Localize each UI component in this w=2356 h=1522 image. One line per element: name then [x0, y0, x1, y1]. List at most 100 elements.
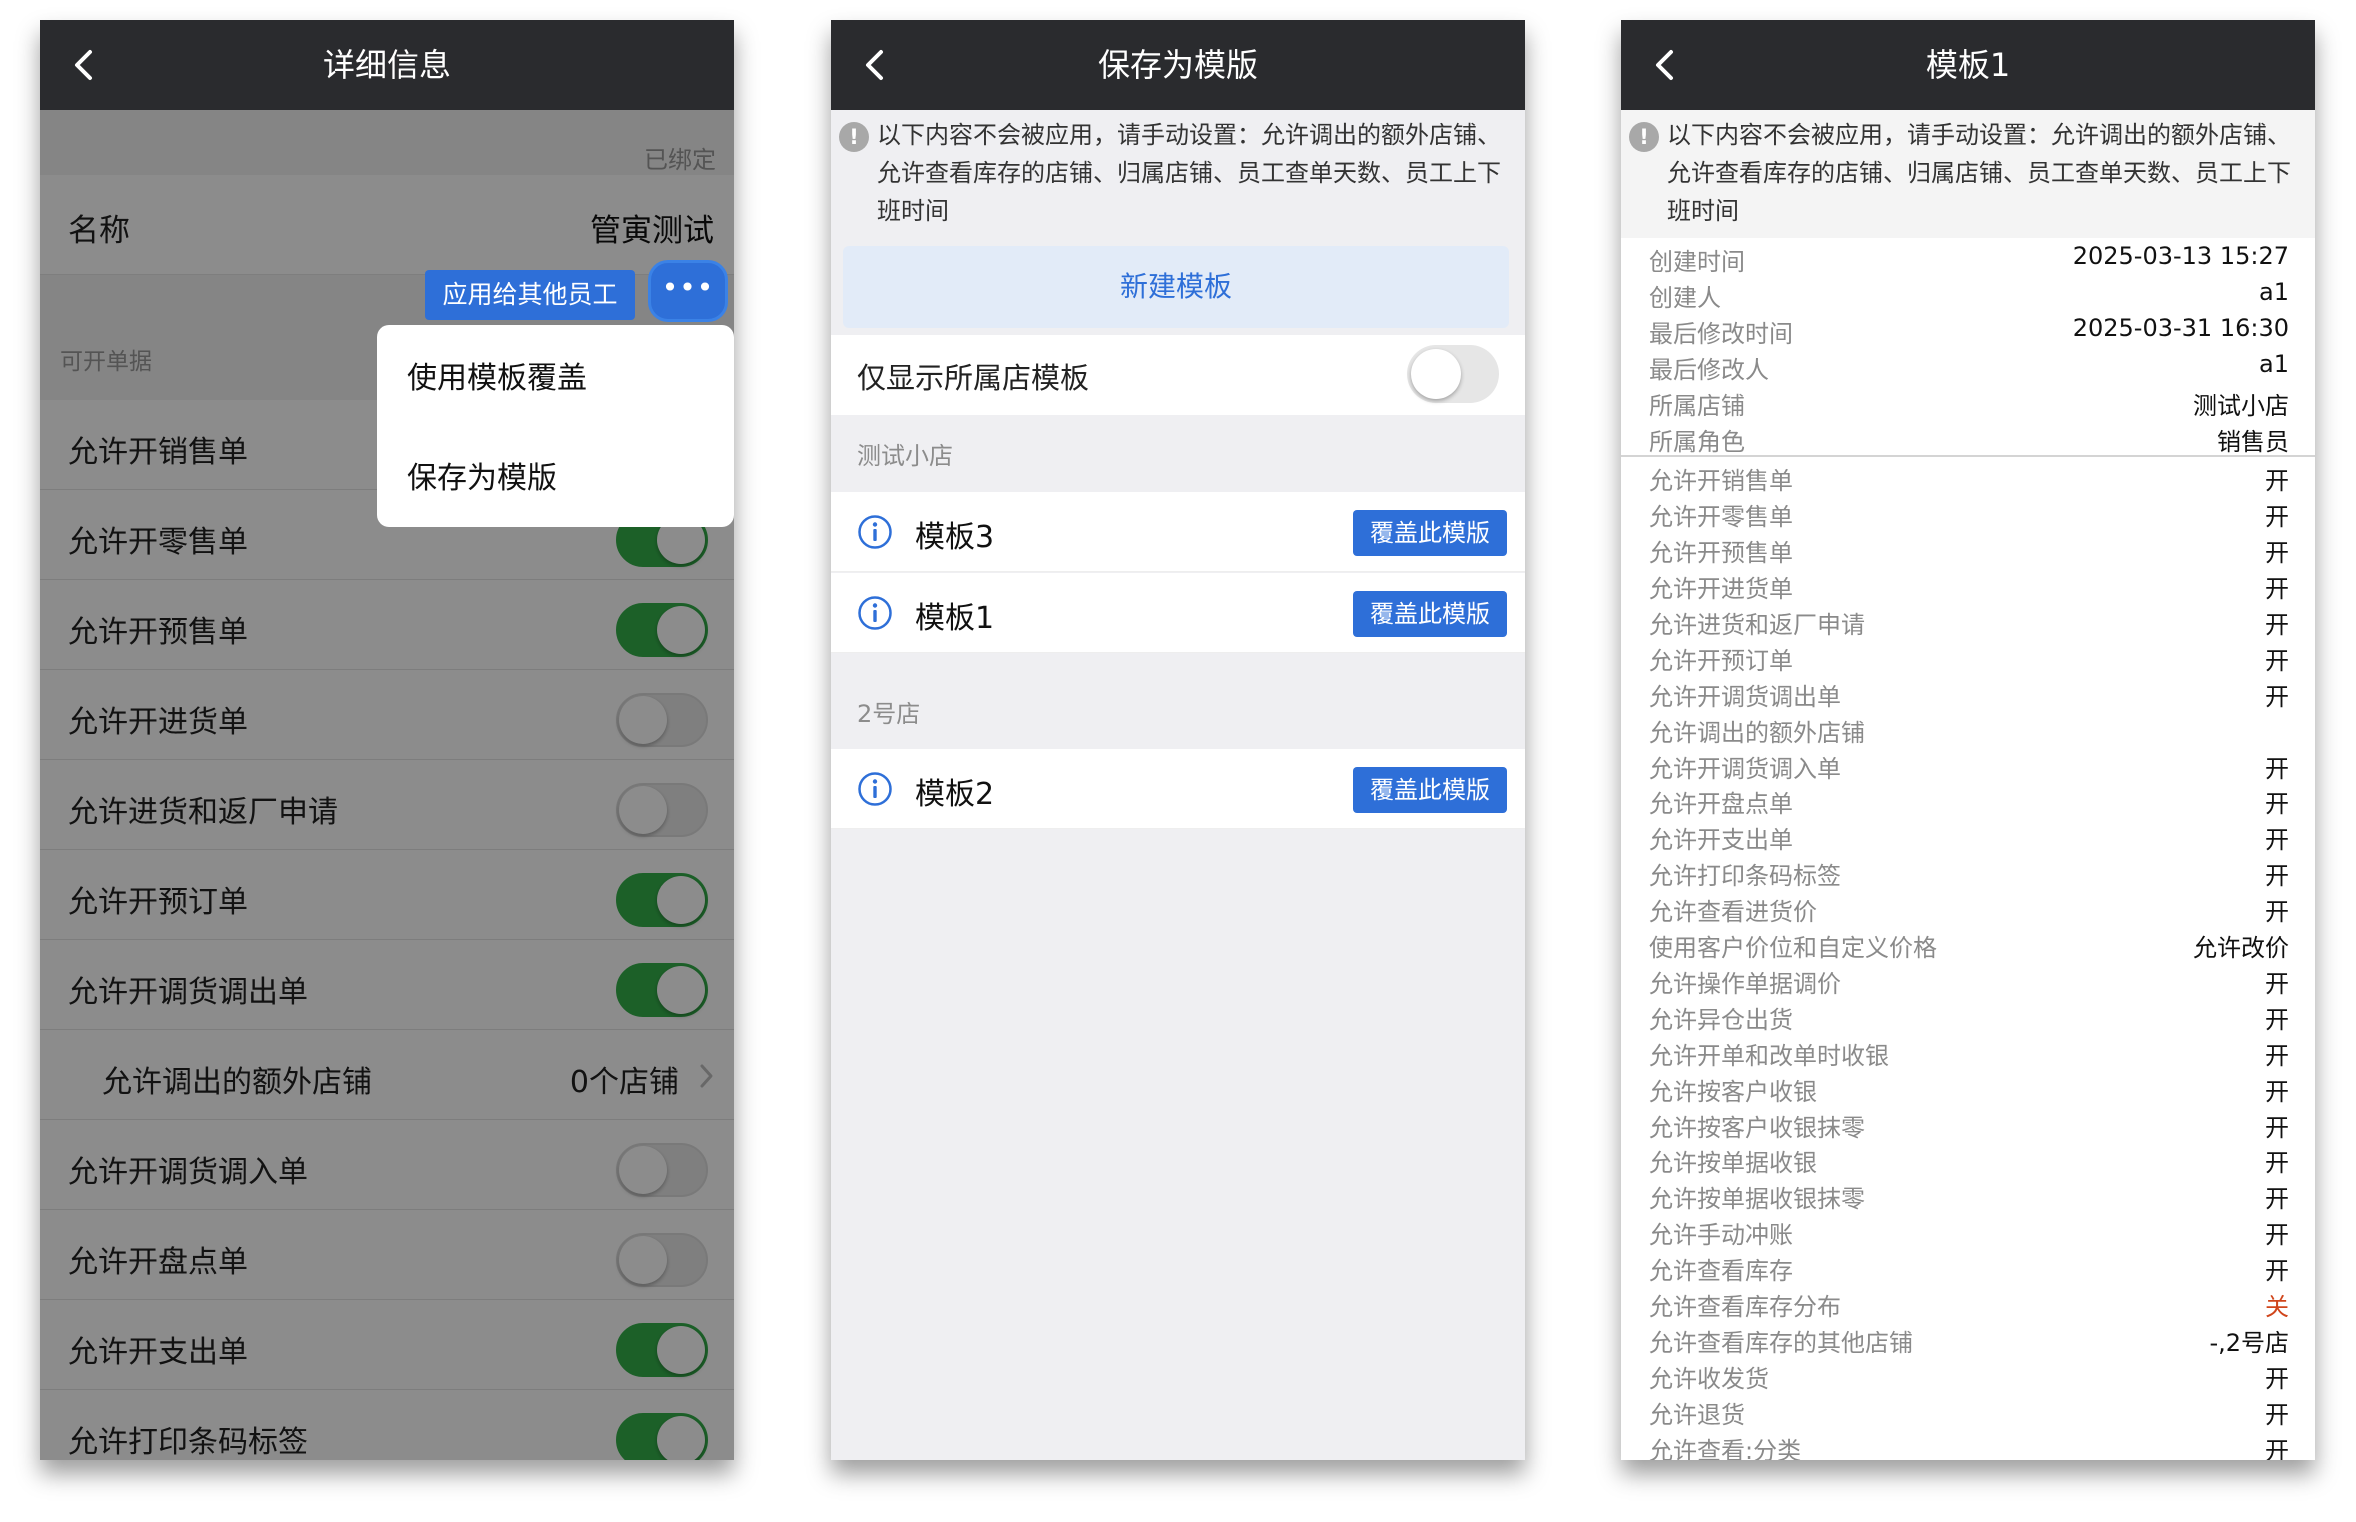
row-value: 开 — [2265, 755, 2289, 783]
cover-template-button[interactable]: 覆盖此模版 — [1353, 510, 1507, 556]
notice-text: 以下内容不会被应用，请手动设置：允许调出的额外店铺、允许查看库存的店铺、归属店铺… — [1667, 121, 2291, 225]
row-label: 允许打印条码标签 — [1649, 862, 1841, 890]
cover-template-button[interactable]: 覆盖此模版 — [1353, 591, 1507, 637]
permission-row: 允许异仓出货 开 — [1621, 996, 2315, 1034]
row-value: 开 — [2265, 826, 2289, 854]
group-title: 测试小店 — [857, 442, 953, 470]
row-value: 开 — [2265, 1149, 2289, 1177]
permission-row: 使用客户价位和自定义价格 允许改价 — [1621, 924, 2315, 962]
save-template-screen: 保存为模版 ! 以下内容不会被应用，请手动设置：允许调出的额外店铺、允许查看库存… — [831, 20, 1525, 1460]
permission-row: 允许开调货调入单 开 — [1621, 745, 2315, 783]
new-template-button[interactable]: 新建模板 — [843, 246, 1509, 328]
permission-row: 允许开预售单 开 — [1621, 529, 2315, 567]
meta-row: 创建人 a1 — [1621, 274, 2315, 312]
row-label: 最后修改人 — [1649, 356, 1769, 384]
filter-toggle[interactable] — [1407, 345, 1499, 403]
permission-row: 允许查看库存的其他店铺 -,2号店 — [1621, 1319, 2315, 1357]
permission-row: 允许开调货调出单 开 — [1621, 673, 2315, 711]
menu-item-save-template[interactable]: 保存为模版 — [407, 453, 557, 497]
template-row: 模板3 覆盖此模版 — [831, 492, 1525, 572]
permission-row: 允许开预订单 开 — [1621, 637, 2315, 675]
row-label: 允许操作单据调价 — [1649, 970, 1841, 998]
row-value: 开 — [2265, 683, 2289, 711]
warning-icon: ! — [839, 122, 869, 152]
meta-row: 所属店铺 测试小店 — [1621, 382, 2315, 420]
info-icon[interactable] — [857, 771, 893, 807]
meta-row: 创建时间 2025-03-13 15:27 — [1621, 238, 2315, 276]
permission-row: 允许查看:分类 开 — [1621, 1427, 2315, 1460]
row-label: 允许开调货调入单 — [1649, 755, 1841, 783]
detail-screen: 详细信息 已绑定 名称 管寅测试 可开单据 允许开销售单 允许开零售单 允许开预… — [40, 20, 734, 1460]
row-label: 允许按单据收银 — [1649, 1149, 1817, 1177]
row-value: 开 — [2265, 1078, 2289, 1106]
more-icon: ••• — [661, 271, 715, 304]
row-label: 允许开销售单 — [1649, 467, 1793, 495]
row-label: 允许手动冲账 — [1649, 1221, 1793, 1249]
row-value: 开 — [2265, 575, 2289, 603]
row-value: 开 — [2265, 1185, 2289, 1213]
permission-row: 允许手动冲账 开 — [1621, 1211, 2315, 1249]
row-label: 允许按单据收银抹零 — [1649, 1185, 1865, 1213]
row-label: 允许开单和改单时收银 — [1649, 1042, 1889, 1070]
row-value: 测试小店 — [2193, 392, 2289, 420]
notice-text: 以下内容不会被应用，请手动设置：允许调出的额外店铺、允许查看库存的店铺、归属店铺… — [877, 121, 1501, 225]
menu-item-use-template[interactable]: 使用模板覆盖 — [407, 353, 587, 397]
permission-row: 允许按客户收银 开 — [1621, 1068, 2315, 1106]
permission-row: 允许开进货单 开 — [1621, 565, 2315, 603]
row-label: 允许进货和返厂申请 — [1649, 611, 1865, 639]
info-icon[interactable] — [857, 595, 893, 631]
row-label: 所属店铺 — [1649, 392, 1745, 420]
permission-row: 允许开销售单 开 — [1621, 457, 2315, 495]
row-label: 允许开预订单 — [1649, 647, 1793, 675]
row-value: 开 — [2265, 647, 2289, 675]
row-value: a1 — [2259, 350, 2289, 378]
row-value: 开 — [2265, 1401, 2289, 1429]
row-label: 使用客户价位和自定义价格 — [1649, 934, 1937, 962]
permission-row: 允许开单和改单时收银 开 — [1621, 1032, 2315, 1070]
template-row: 模板2 覆盖此模版 — [831, 749, 1525, 829]
row-value: 开 — [2265, 503, 2289, 531]
row-value: 2025-03-13 15:27 — [2072, 242, 2289, 270]
template-name: 模板2 — [915, 777, 995, 812]
row-label: 允许按客户收银 — [1649, 1078, 1817, 1106]
row-label: 允许开调货调出单 — [1649, 683, 1841, 711]
row-label: 允许开预售单 — [1649, 539, 1793, 567]
permission-row: 允许打印条码标签 开 — [1621, 852, 2315, 890]
row-value: 允许改价 — [2193, 934, 2289, 962]
row-value: -,2号店 — [2209, 1329, 2289, 1357]
permission-row: 允许按单据收银 开 — [1621, 1139, 2315, 1177]
row-label: 允许开盘点单 — [1649, 790, 1793, 818]
row-label: 允许查看:分类 — [1649, 1437, 1802, 1460]
page-title: 详细信息 — [322, 46, 451, 84]
template-detail-screen: 模板1 ! 以下内容不会被应用，请手动设置：允许调出的额外店铺、允许查看库存的店… — [1621, 20, 2315, 1460]
permission-row: 允许退货 开 — [1621, 1391, 2315, 1429]
cover-template-button[interactable]: 覆盖此模版 — [1353, 767, 1507, 813]
row-label: 允许开进货单 — [1649, 575, 1793, 603]
row-value: 开 — [2265, 970, 2289, 998]
info-icon[interactable] — [857, 514, 893, 550]
row-value: 开 — [2265, 467, 2289, 495]
row-value: 开 — [2265, 862, 2289, 890]
permission-row: 允许开零售单 开 — [1621, 493, 2315, 531]
row-value: 销售员 — [2217, 428, 2289, 456]
permission-row: 允许开盘点单 开 — [1621, 780, 2315, 818]
row-value: 开 — [2265, 1257, 2289, 1285]
permission-row: 允许开支出单 开 — [1621, 816, 2315, 854]
row-label: 允许按客户收银抹零 — [1649, 1114, 1865, 1142]
group-title: 2号店 — [857, 700, 921, 728]
apply-to-others-button[interactable]: 应用给其他员工 — [425, 270, 635, 320]
row-value: a1 — [2259, 278, 2289, 306]
notice-banner: ! 以下内容不会被应用，请手动设置：允许调出的额外店铺、允许查看库存的店铺、归属… — [831, 110, 1525, 240]
row-value: 开 — [2265, 611, 2289, 639]
row-value: 开 — [2265, 1365, 2289, 1393]
row-label: 允许退货 — [1649, 1401, 1745, 1429]
row-value: 开 — [2265, 1221, 2289, 1249]
template-name: 模板1 — [915, 601, 995, 636]
row-label: 允许开零售单 — [1649, 503, 1793, 531]
row-value: 2025-03-31 16:30 — [2072, 314, 2289, 342]
more-button[interactable]: ••• — [648, 260, 728, 322]
row-value: 关 — [2265, 1293, 2289, 1321]
permission-row: 允许进货和返厂申请 开 — [1621, 601, 2315, 639]
page-title: 保存为模版 — [1097, 46, 1258, 84]
template-row: 模板1 覆盖此模版 — [831, 573, 1525, 653]
